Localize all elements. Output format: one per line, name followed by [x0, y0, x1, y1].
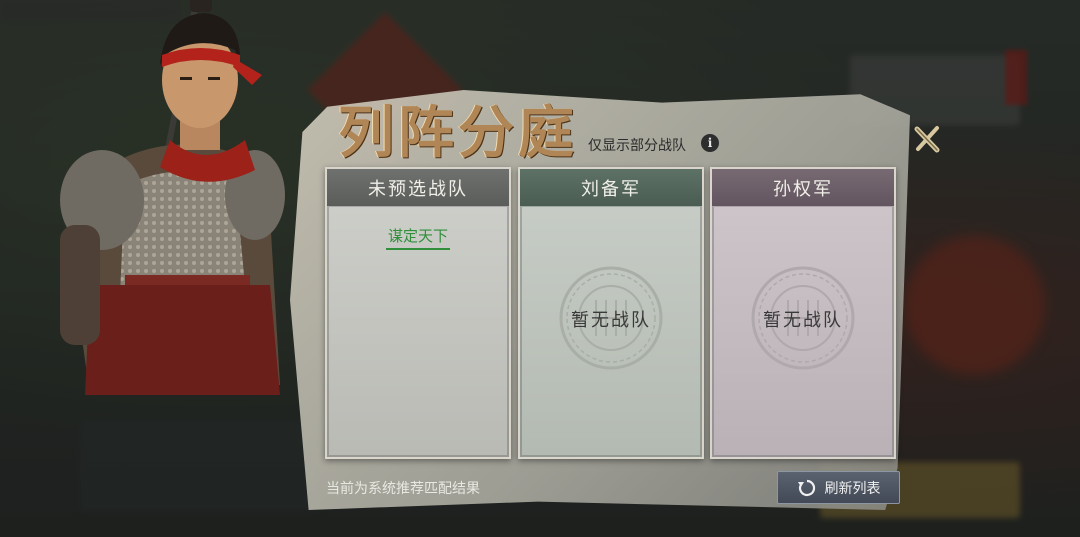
column-unassigned: 未预选战队 谋定天下	[325, 167, 511, 459]
dialog-title: 列阵分庭	[338, 100, 578, 166]
warrior-portrait	[60, 0, 285, 395]
column-sunquan-army: 孙权军 暂无战队	[710, 167, 896, 459]
team-name-link[interactable]: 谋定天下	[385, 225, 450, 250]
column-header: 刘备军	[520, 169, 702, 207]
refresh-icon	[797, 479, 815, 496]
match-status-text: 当前为系统推荐匹配结果	[326, 481, 480, 497]
empty-state-text: 暂无战队	[763, 310, 843, 331]
close-icon[interactable]	[912, 124, 942, 154]
info-icon[interactable]: i	[701, 134, 719, 152]
empty-state-text: 暂无战队	[571, 310, 651, 331]
dialog-subtitle: 仅显示部分战队	[588, 138, 686, 154]
refresh-list-button[interactable]: 刷新列表	[777, 471, 900, 504]
team-list-item[interactable]: 谋定天下	[327, 225, 509, 250]
column-header: 未预选战队	[327, 169, 509, 207]
refresh-list-label: 刷新列表	[824, 480, 881, 497]
column-header: 孙权军	[712, 169, 894, 207]
column-liubei-army: 刘备军 暂无战队	[518, 167, 704, 459]
